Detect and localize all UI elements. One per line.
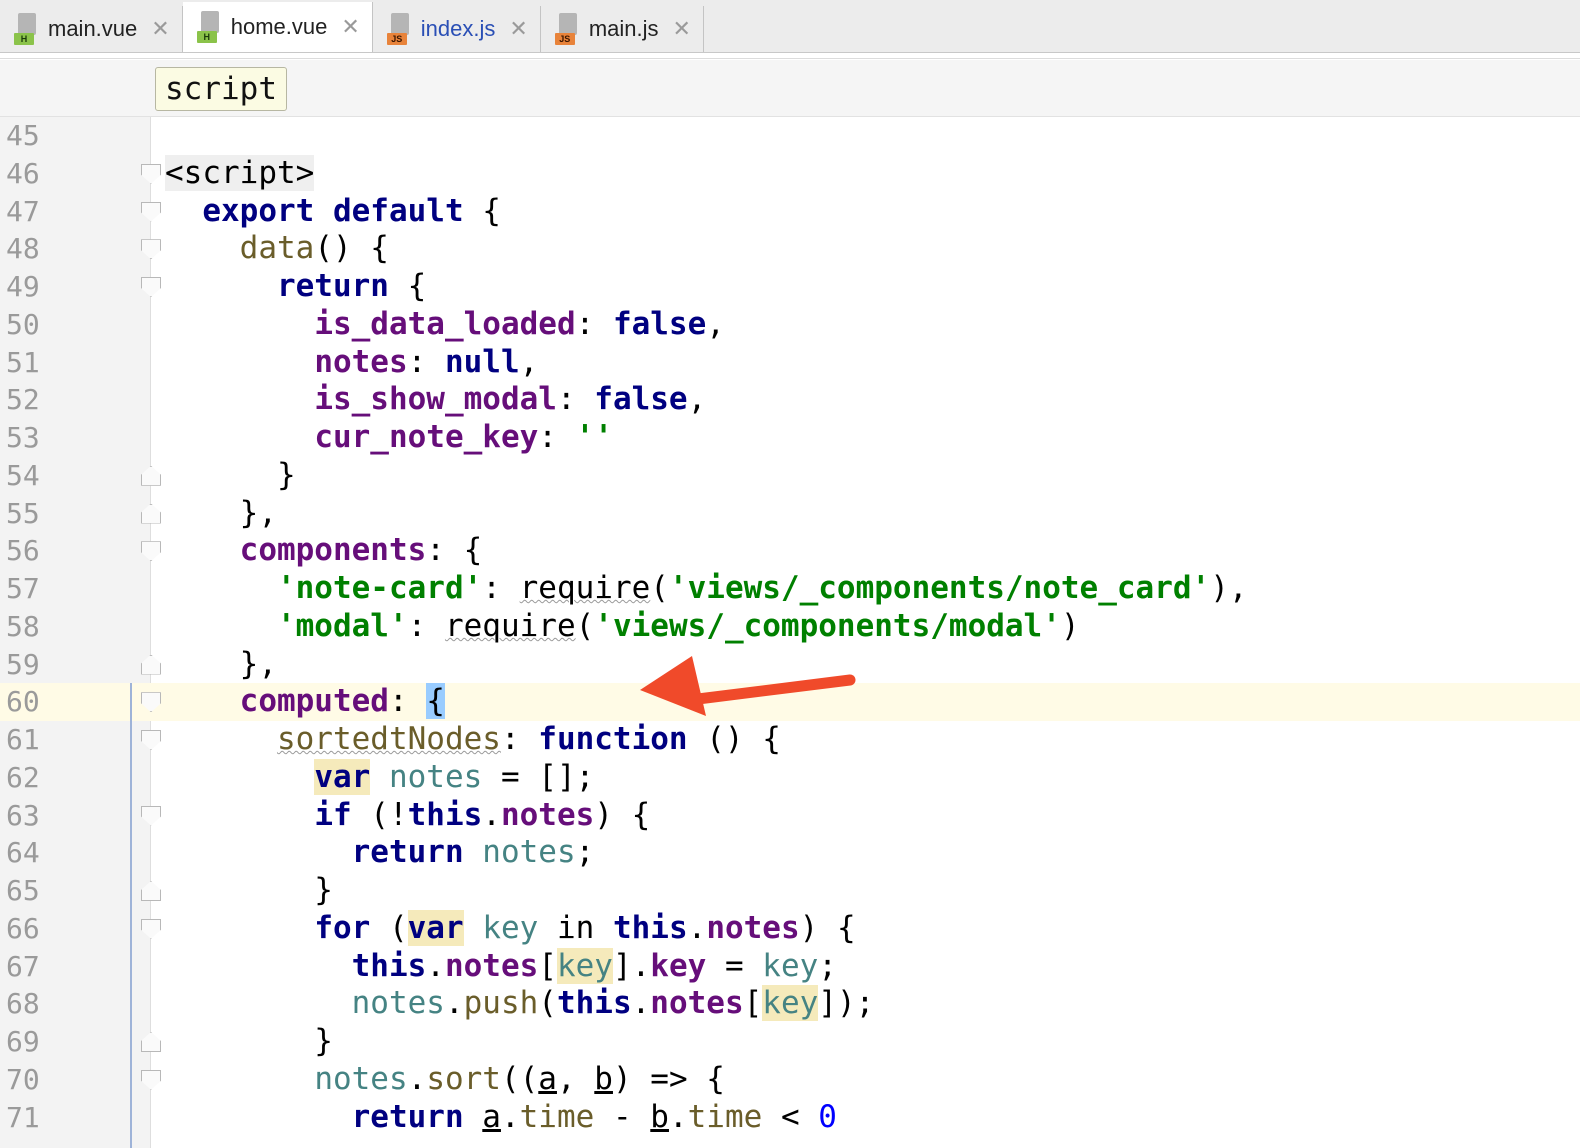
line-number: 68: [6, 987, 40, 1021]
line-number: 69: [6, 1025, 40, 1058]
code-line: 54 }: [6, 456, 296, 493]
fold-icon[interactable]: [141, 201, 161, 222]
code-line: 62 var notes = [];: [6, 758, 595, 795]
js-file-icon: JS: [554, 13, 581, 45]
fold-icon[interactable]: [141, 239, 161, 260]
code-line: 71 return a.time - b.time < 0: [6, 1098, 837, 1135]
tab-home-vue[interactable]: H home.vue ✕: [182, 2, 373, 52]
fold-icon[interactable]: [141, 654, 161, 675]
js-file-icon: JS: [386, 13, 413, 45]
divider: [0, 58, 1580, 59]
line-number: 59: [6, 647, 40, 681]
line-number: 63: [6, 798, 40, 832]
tab-main-js[interactable]: JS main.js ✕: [541, 6, 704, 52]
fold-icon[interactable]: [141, 465, 161, 486]
line-number: 45: [6, 119, 40, 152]
fold-icon[interactable]: [141, 163, 161, 184]
tab-main-vue[interactable]: H main.vue ✕: [0, 6, 183, 52]
line-number: 48: [6, 232, 40, 266]
breadcrumb-script[interactable]: script: [155, 67, 287, 111]
code-line: 65 }: [6, 872, 333, 908]
line-number: 70: [6, 1062, 40, 1096]
code-line: 45: [0, 117, 1580, 155]
fold-icon[interactable]: [141, 730, 161, 750]
code-line: 58 'modal': require('views/_components/m…: [6, 607, 1080, 644]
vue-file-icon: H: [196, 11, 223, 43]
code-line: 68 notes.push(this.notes[key]);: [6, 985, 875, 1022]
line-number: 65: [6, 874, 40, 907]
code-line: 46 <script>: [0, 154, 1580, 193]
fold-icon[interactable]: [141, 277, 161, 297]
line-number: 55: [6, 496, 40, 530]
line-number: 50: [6, 307, 40, 341]
fold-icon[interactable]: [141, 1069, 161, 1090]
code-line: 56 components: {: [6, 532, 483, 569]
fold-icon[interactable]: [141, 805, 161, 826]
code-line: 47 export default {: [6, 192, 501, 229]
line-number: 52: [6, 383, 40, 417]
tab-index-js[interactable]: JS index.js ✕: [373, 6, 541, 52]
tab-label: index.js: [420, 16, 496, 41]
fold-icon[interactable]: [141, 1032, 161, 1052]
code-editor[interactable]: 45 46 <script> 47 export default { 48 da…: [0, 117, 1580, 1136]
close-icon[interactable]: ✕: [341, 14, 359, 40]
code-line: 55 },: [6, 494, 277, 531]
tab-label: main.js: [588, 16, 659, 41]
vue-file-icon: H: [14, 13, 40, 45]
code-line: 63 if (!this.notes) {: [6, 796, 651, 833]
code-line: 48 data() {: [6, 230, 389, 267]
line-number: 60: [6, 683, 66, 721]
code-line: 70 notes.sort((a, b) => {: [6, 1060, 725, 1097]
line-number: 53: [6, 421, 40, 454]
code-line: 67 this.notes[key].key = key;: [6, 947, 837, 984]
close-icon[interactable]: ✕: [151, 16, 169, 42]
breadcrumb-bar: script: [0, 60, 1580, 117]
code-line: 57 'note-card': require('views/_componen…: [6, 570, 1248, 606]
line-number: 57: [6, 572, 40, 605]
line-number: 51: [6, 345, 40, 379]
line-number: 62: [6, 760, 40, 794]
editor-tab-bar: H main.vue ✕ H home.vue ✕ JS index.js ✕ …: [0, 0, 1580, 53]
code-line: 49 return {: [6, 268, 427, 304]
close-icon[interactable]: ✕: [673, 16, 691, 42]
tab-label: home.vue: [230, 14, 328, 39]
line-number: 66: [6, 911, 40, 945]
code-line: 59 },: [6, 645, 277, 682]
scope-indicator: [130, 683, 132, 1148]
fold-icon[interactable]: [141, 692, 161, 713]
line-number: 47: [6, 194, 40, 228]
line-number: 46: [6, 156, 40, 190]
script-tag: <script>: [165, 154, 315, 191]
line-number: 67: [6, 949, 40, 983]
line-number: 56: [6, 534, 40, 568]
close-icon[interactable]: ✕: [509, 16, 527, 42]
line-number: 61: [6, 723, 40, 756]
code-line: 69 }: [6, 1023, 333, 1059]
fold-icon[interactable]: [141, 918, 161, 939]
code-line: 64 return notes;: [6, 834, 595, 871]
code-line: 51 notes: null,: [6, 343, 539, 380]
line-number: 71: [6, 1100, 40, 1134]
code-line: 66 for (var key in this.notes) {: [6, 909, 856, 946]
line-number: 49: [6, 270, 40, 303]
line-number: 58: [6, 609, 40, 643]
fold-icon[interactable]: [141, 503, 161, 524]
tab-label: main.vue: [48, 16, 138, 41]
fold-icon[interactable]: [141, 541, 161, 562]
code-line: 52 is_show_modal: false,: [6, 381, 707, 418]
line-number: 64: [6, 836, 40, 870]
code-line: 61 sortedtNodes: function () {: [6, 721, 781, 757]
fold-icon[interactable]: [141, 881, 161, 901]
code-line: 53 cur_note_key: '': [6, 419, 613, 455]
code-line-current: 60 computed: {: [0, 683, 1580, 721]
code-line: 50 is_data_loaded: false,: [6, 305, 725, 342]
line-number: 54: [6, 458, 40, 492]
